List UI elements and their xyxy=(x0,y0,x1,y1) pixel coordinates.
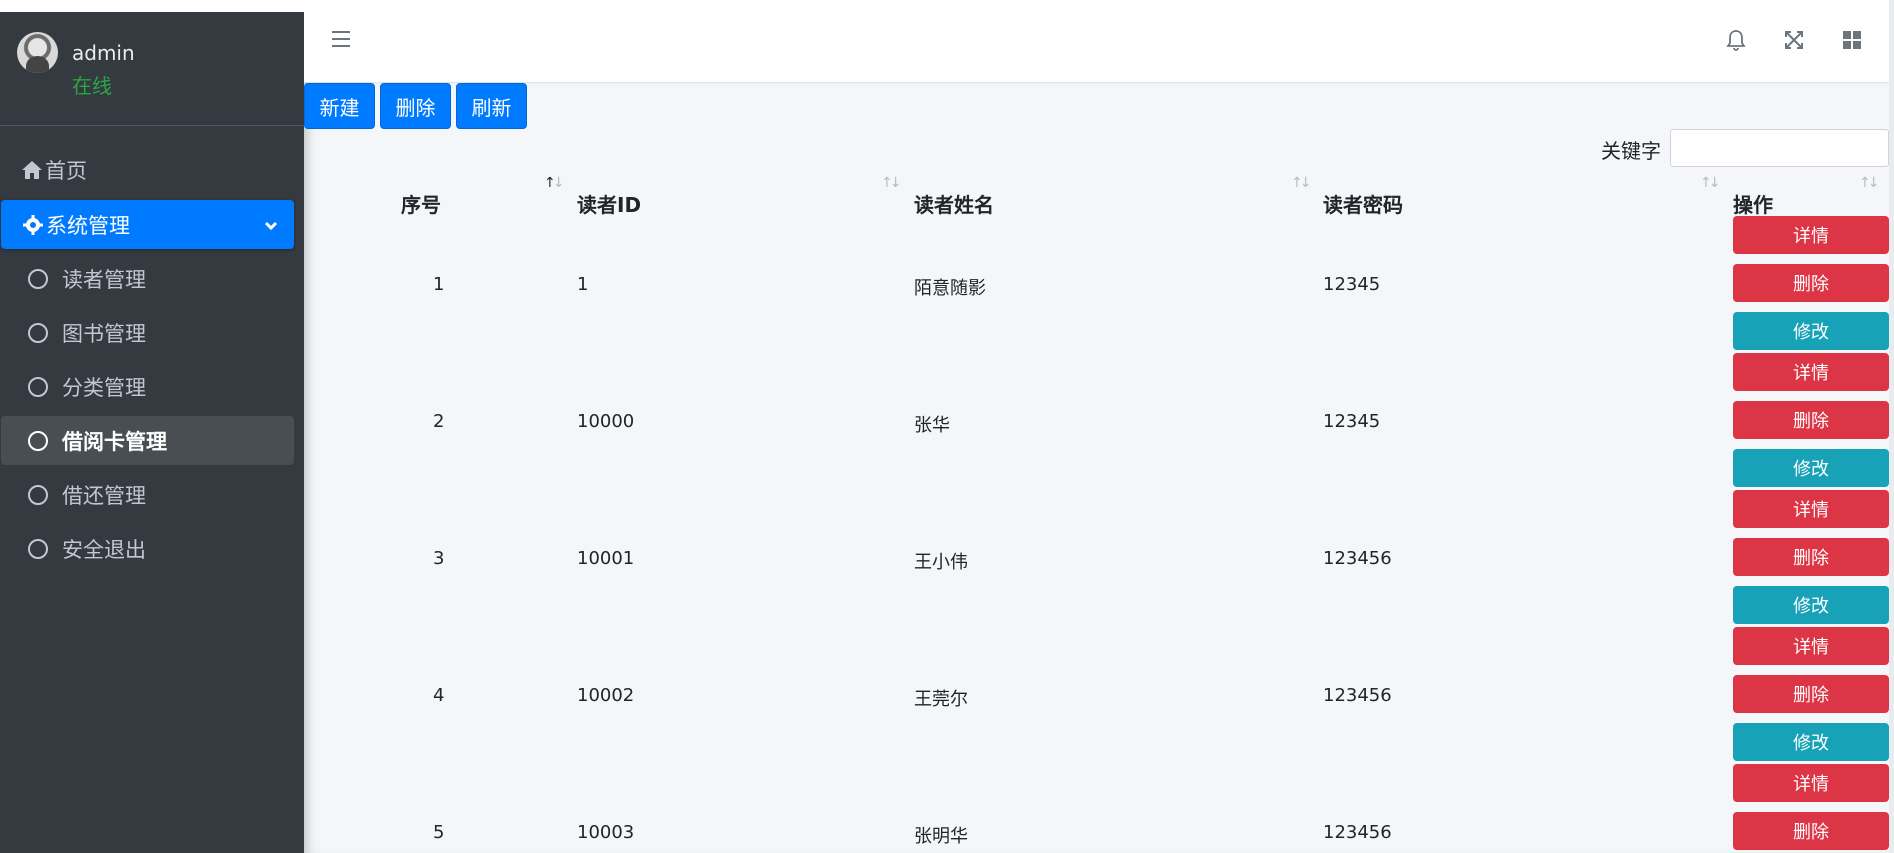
sidebar-item-readers[interactable]: 读者管理 xyxy=(1,254,294,303)
cell-reader-name: 张华 xyxy=(914,415,950,436)
circle-icon xyxy=(28,268,48,289)
cell-reader-id: 10002 xyxy=(577,685,635,706)
row-delete-button[interactable]: 删除 xyxy=(1733,538,1889,576)
detail-button[interactable]: 详情 xyxy=(1733,353,1889,391)
cell-reader-password: 123456 xyxy=(1323,685,1392,706)
cell-reader-password: 123456 xyxy=(1323,548,1392,569)
grid-icon[interactable] xyxy=(1840,28,1864,52)
sidebar-item-borrow-return[interactable]: 借还管理 xyxy=(1,470,294,519)
app-root: admin 在线 首页 系统管理 读者管理 图书管理 分类管理 借阅卡管理 借还… xyxy=(0,0,1894,853)
cell-reader-id: 1 xyxy=(577,274,589,295)
detail-button[interactable]: 详情 xyxy=(1733,216,1889,254)
cell-reader-password: 12345 xyxy=(1323,411,1381,432)
sidebar-item-categories[interactable]: 分类管理 xyxy=(1,362,294,411)
sidebar-item-label: 系统管理 xyxy=(46,213,130,238)
gear-icon xyxy=(22,214,44,236)
cell-reader-name: 陌意随影 xyxy=(914,278,986,299)
cell-no: 5 xyxy=(433,822,445,843)
sidebar-item-books[interactable]: 图书管理 xyxy=(1,308,294,357)
edit-button[interactable]: 修改 xyxy=(1733,449,1889,487)
cell-reader-password: 123456 xyxy=(1323,822,1392,843)
circle-icon xyxy=(28,538,48,559)
edit-button[interactable]: 修改 xyxy=(1733,586,1889,624)
sidebar-item-label: 图书管理 xyxy=(62,321,146,346)
sidebar-item-home[interactable]: 首页 xyxy=(1,145,294,194)
detail-button[interactable]: 详情 xyxy=(1733,627,1889,665)
cell-reader-id: 10003 xyxy=(577,822,635,843)
scrollbar[interactable] xyxy=(1889,0,1894,853)
row-delete-button[interactable]: 删除 xyxy=(1733,812,1889,850)
column-header-reader-name[interactable]: 读者姓名 xyxy=(914,189,994,218)
cell-reader-password: 12345 xyxy=(1323,274,1381,295)
cell-no: 4 xyxy=(433,685,445,706)
column-header-reader-id[interactable]: 读者ID xyxy=(577,189,641,218)
cell-reader-name: 王莞尔 xyxy=(914,689,968,710)
sort-icon[interactable]: ↑↓ xyxy=(881,175,902,191)
cell-reader-id: 10001 xyxy=(577,548,635,569)
column-header-no[interactable]: 序号 xyxy=(401,189,441,218)
user-status: 在线 xyxy=(72,74,112,98)
user-panel: admin 在线 xyxy=(0,12,304,126)
row-delete-button[interactable]: 删除 xyxy=(1733,675,1889,713)
sort-icon[interactable]: ↑↓ xyxy=(1291,175,1312,191)
row-delete-button[interactable]: 删除 xyxy=(1733,401,1889,439)
sidebar-item-label: 借阅卡管理 xyxy=(62,429,167,454)
detail-button[interactable]: 详情 xyxy=(1733,490,1889,528)
sidebar-item-label: 分类管理 xyxy=(62,375,146,400)
keyword-input[interactable] xyxy=(1670,129,1889,167)
circle-icon xyxy=(28,376,48,397)
top-navbar xyxy=(304,0,1894,83)
circle-icon xyxy=(28,430,48,451)
new-button[interactable]: 新建 xyxy=(304,83,375,129)
detail-button[interactable]: 详情 xyxy=(1733,764,1889,802)
avatar[interactable] xyxy=(17,32,58,73)
cell-no: 1 xyxy=(433,274,445,295)
column-header-reader-password[interactable]: 读者密码 xyxy=(1323,189,1403,218)
sidebar-item-logout[interactable]: 安全退出 xyxy=(1,524,294,573)
row-delete-button[interactable]: 删除 xyxy=(1733,264,1889,302)
home-icon xyxy=(21,159,43,181)
bell-icon[interactable] xyxy=(1724,28,1748,52)
delete-button[interactable]: 删除 xyxy=(380,83,451,129)
circle-icon xyxy=(28,322,48,343)
sort-icon[interactable]: ↑↓ xyxy=(1859,175,1880,191)
sort-asc-icon[interactable]: ↑↓ xyxy=(544,175,565,191)
keyword-label: 关键字 xyxy=(1601,139,1661,163)
sidebar-item-library-card[interactable]: 借阅卡管理 xyxy=(1,416,294,465)
cell-reader-id: 10000 xyxy=(577,411,635,432)
menu-toggle-icon[interactable] xyxy=(332,31,350,52)
cell-reader-name: 张明华 xyxy=(914,826,968,847)
edit-button[interactable]: 修改 xyxy=(1733,312,1889,350)
sidebar-item-label: 借还管理 xyxy=(62,483,146,508)
main-content: 新建 删除 刷新 关键字 序号 ↑↓ 读者ID ↑↓ 读者姓名 ↑↓ 读者密码 … xyxy=(304,83,1894,853)
cell-no: 3 xyxy=(433,548,445,569)
sidebar: admin 在线 首页 系统管理 读者管理 图书管理 分类管理 借阅卡管理 借还… xyxy=(0,12,304,853)
cell-no: 2 xyxy=(433,411,445,432)
sidebar-item-label: 读者管理 xyxy=(62,267,146,292)
fullscreen-icon[interactable] xyxy=(1782,28,1806,52)
circle-icon xyxy=(28,484,48,505)
sort-icon[interactable]: ↑↓ xyxy=(1700,175,1721,191)
column-header-actions: 操作 xyxy=(1733,193,1773,217)
cell-reader-name: 王小伟 xyxy=(914,552,968,573)
edit-button[interactable]: 修改 xyxy=(1733,723,1889,761)
refresh-button[interactable]: 刷新 xyxy=(456,83,527,129)
user-name[interactable]: admin xyxy=(72,41,135,65)
chevron-down-icon xyxy=(264,214,278,238)
sidebar-item-system[interactable]: 系统管理 xyxy=(1,200,294,249)
sidebar-item-label: 安全退出 xyxy=(62,537,146,562)
sidebar-item-label: 首页 xyxy=(45,158,87,183)
